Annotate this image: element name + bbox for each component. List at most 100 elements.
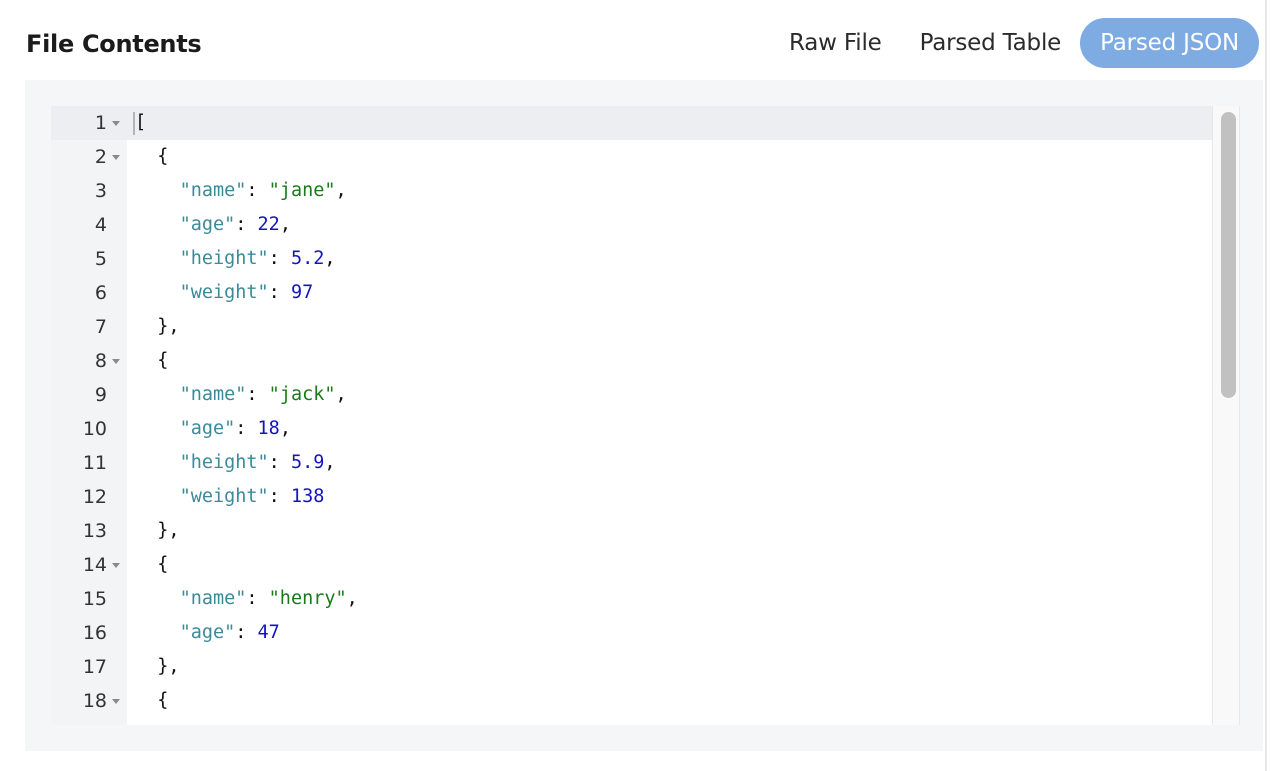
json-key: "age" (179, 418, 236, 439)
json-punctuation: : (268, 282, 291, 303)
json-string-value: "jane" (268, 180, 336, 201)
vertical-scrollbar[interactable] (1212, 106, 1240, 725)
json-punctuation: , (279, 418, 291, 439)
code-line[interactable]: 2 { (51, 140, 1212, 174)
scrollbar-thumb[interactable] (1221, 112, 1236, 398)
code-line[interactable]: 16 "age": 47 (51, 616, 1212, 650)
code-text: "age": 22, (135, 208, 291, 242)
code-text: "name": "jack", (135, 378, 347, 412)
fold-arrow-icon[interactable] (112, 563, 120, 568)
code-text: }, (135, 310, 179, 344)
fold-arrow-icon[interactable] (112, 359, 120, 364)
json-number-value: 138 (290, 486, 325, 507)
line-number: 16 (82, 622, 107, 644)
code-text: [ (135, 106, 146, 140)
json-number-value: 97 (290, 282, 314, 303)
line-number: 14 (82, 554, 107, 576)
view-tabs: Raw File Parsed Table Parsed JSON (770, 18, 1260, 68)
code-text: { (135, 140, 168, 174)
code-text: "height": 5.2, (135, 242, 336, 276)
code-line[interactable]: 17 }, (51, 650, 1212, 684)
json-punctuation: , (279, 214, 291, 235)
file-contents-panel: 1[2 {3 "name": "jane", 4 "age": 22, 5 "hei… (25, 80, 1263, 751)
json-punctuation: , (335, 180, 347, 201)
fold-arrow-icon[interactable] (112, 699, 120, 704)
json-punctuation (135, 248, 180, 269)
json-key: "name" (179, 180, 247, 201)
code-line[interactable]: 14 { (51, 548, 1212, 582)
fold-arrow-icon[interactable] (112, 121, 120, 126)
code-text: "name": "henry", (135, 582, 358, 616)
code-line[interactable]: 18 { (51, 684, 1212, 718)
json-punctuation (135, 588, 180, 609)
json-punctuation (135, 282, 180, 303)
code-text: { (135, 344, 168, 378)
json-punctuation: : (235, 214, 258, 235)
json-number-value: 47 (257, 622, 280, 643)
code-line[interactable]: 7 }, (51, 310, 1212, 344)
json-number-value: 18 (257, 418, 280, 439)
code-line[interactable]: 8 { (51, 344, 1212, 378)
code-line[interactable]: 10 "age": 18, (51, 412, 1212, 446)
line-number: 6 (94, 282, 107, 304)
json-punctuation (135, 180, 180, 201)
code-text: }, (135, 650, 180, 684)
code-text: }, (135, 514, 180, 548)
line-number: 4 (94, 214, 107, 236)
code-line[interactable]: 15 "name": "henry", (51, 582, 1212, 616)
code-line[interactable]: 1[ (51, 106, 1212, 140)
page-scrollbar-edge (1265, 0, 1267, 771)
line-number: 17 (82, 656, 107, 678)
code-line[interactable]: 5 "height": 5.2, (51, 242, 1212, 276)
code-text: "weight": 138 (135, 480, 325, 514)
code-line[interactable]: 9 "name": "jack", (51, 378, 1212, 412)
json-punctuation: { (135, 690, 169, 711)
json-punctuation: , (335, 384, 347, 405)
json-punctuation: : (268, 452, 291, 473)
json-punctuation: }, (135, 520, 180, 541)
json-code-editor[interactable]: 1[2 {3 "name": "jane", 4 "age": 22, 5 "hei… (51, 106, 1240, 725)
json-key: "name" (179, 384, 247, 405)
line-number: 7 (94, 316, 107, 338)
line-number: 12 (82, 486, 107, 508)
code-line[interactable]: 12 "weight": 138 (51, 480, 1212, 514)
json-key: "weight" (179, 486, 269, 507)
json-punctuation (135, 384, 180, 405)
json-punctuation: { (135, 554, 169, 575)
json-punctuation (135, 214, 180, 235)
code-text: "age": 18, (135, 412, 291, 446)
line-number: 18 (82, 690, 107, 712)
code-line[interactable]: 11 "height": 5.9, (51, 446, 1212, 480)
code-line[interactable]: 4 "age": 22, (51, 208, 1212, 242)
code-text: { (135, 548, 168, 582)
tab-parsed-table[interactable]: Parsed Table (901, 18, 1081, 68)
line-number: 10 (82, 418, 107, 440)
json-punctuation: [ (135, 112, 147, 133)
fold-arrow-icon[interactable] (112, 155, 120, 160)
code-line[interactable]: 13 }, (51, 514, 1212, 548)
json-punctuation (135, 622, 180, 643)
line-number: 13 (82, 520, 107, 542)
json-key: "name" (179, 588, 247, 609)
json-key: "height" (179, 452, 269, 473)
json-punctuation: : (235, 418, 258, 439)
page-title: File Contents (26, 30, 202, 58)
json-punctuation: : (246, 588, 269, 609)
tab-raw-file[interactable]: Raw File (770, 18, 901, 68)
json-punctuation: : (268, 486, 291, 507)
json-string-value: "jack" (268, 384, 336, 405)
line-number: 9 (94, 384, 107, 406)
line-number: 15 (82, 588, 107, 610)
code-text: { (135, 684, 168, 718)
line-number: 2 (94, 146, 107, 168)
json-punctuation: : (268, 248, 291, 269)
json-punctuation: , (324, 452, 336, 473)
code-line[interactable]: 3 "name": "jane", (51, 174, 1212, 208)
json-number-value: 22 (257, 214, 280, 235)
json-punctuation: { (135, 146, 169, 167)
json-punctuation: }, (135, 656, 180, 677)
tab-parsed-json[interactable]: Parsed JSON (1080, 18, 1260, 68)
json-punctuation (135, 452, 180, 473)
code-line[interactable]: 6 "weight": 97 (51, 276, 1212, 310)
line-number: 8 (94, 350, 107, 372)
